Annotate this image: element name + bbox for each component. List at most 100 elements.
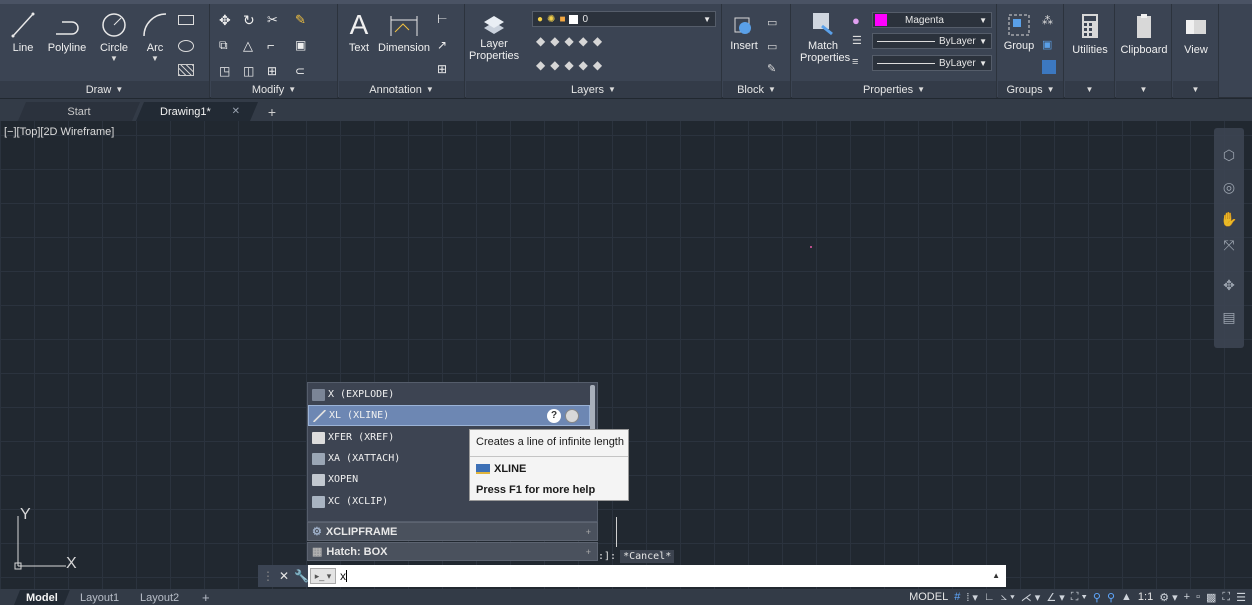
arc-tool[interactable]: Arc ▼ xyxy=(138,10,172,63)
utilities-tool[interactable]: Utilities xyxy=(1068,12,1112,56)
ortho-icon[interactable]: ∟ xyxy=(984,591,995,603)
recent-commands-icon[interactable]: ▸_ ▾ xyxy=(310,568,336,584)
isolate-objects-icon[interactable]: ▫ xyxy=(1196,591,1200,603)
search-help-icon[interactable] xyxy=(565,409,579,423)
rotate-icon[interactable]: ↻ xyxy=(243,12,259,28)
linear-dim-icon[interactable]: ⊢ xyxy=(437,12,453,28)
circle-tool[interactable]: Circle ▼ xyxy=(94,10,134,63)
tab-start[interactable]: Start xyxy=(18,102,140,121)
pan-icon[interactable]: ✋ xyxy=(1220,210,1238,228)
ellipse-icon[interactable] xyxy=(178,40,194,52)
view-tool[interactable]: View xyxy=(1176,12,1216,56)
help-icon[interactable]: ? xyxy=(547,409,561,423)
edit-attributes-icon[interactable]: ✎ xyxy=(767,62,783,78)
layer-tools-row1[interactable]: ◆◆◆◆◆ xyxy=(536,34,607,48)
viewcube-icon[interactable]: ⬡ xyxy=(1220,146,1238,164)
trim-icon[interactable]: ✂ xyxy=(267,12,283,28)
offset-icon[interactable]: ⊂ xyxy=(295,64,311,80)
autocomplete-hatch-pattern[interactable]: ▦ Hatch: BOX + xyxy=(307,542,598,561)
array-icon[interactable]: ⊞ xyxy=(267,64,283,80)
grid-icon[interactable]: # xyxy=(954,591,960,603)
annotation-panel-footer[interactable]: Annotation ▼ xyxy=(339,81,464,98)
match-properties-tool[interactable]: Match Properties xyxy=(800,10,850,64)
expand-icon[interactable]: + xyxy=(586,527,591,537)
autocomplete-item-selected[interactable]: XL (XLINE) ? xyxy=(308,405,590,426)
chevron-down-icon[interactable]: ▼ xyxy=(110,54,118,63)
view-panel-footer[interactable]: ▼ xyxy=(1173,81,1218,98)
tab-drawing1[interactable]: Drawing1* ✕ xyxy=(136,102,258,121)
tab-layout1[interactable]: Layout1 xyxy=(68,590,131,605)
layer-tools-row2[interactable]: ◆◆◆◆◆ xyxy=(536,58,607,72)
close-icon[interactable]: ✕ xyxy=(232,106,240,117)
copy-icon[interactable]: ⧉ xyxy=(219,38,235,54)
ungroup-icon[interactable]: ⁂ xyxy=(1042,14,1058,30)
autocomplete-scrollbar[interactable] xyxy=(590,385,595,431)
group-edit-icon[interactable]: ▣ xyxy=(1042,38,1058,54)
draw-panel-footer[interactable]: Draw ▼ xyxy=(0,81,209,98)
drawing-canvas[interactable]: [−][Top][2D Wireframe] ⬡ ◎ ✋ ⤧ ✥ ▤ Y X xyxy=(0,121,1252,589)
groups-panel-footer[interactable]: Groups ▼ xyxy=(998,81,1063,98)
gear-icon[interactable]: ⚙ ▾ xyxy=(1159,591,1177,604)
hatch-icon[interactable] xyxy=(178,64,194,76)
clean-screen-icon[interactable]: ⛶ xyxy=(1222,591,1230,604)
annotation-scale-value[interactable]: 1:1 xyxy=(1138,591,1153,603)
properties-panel-footer[interactable]: Properties ▼ xyxy=(792,81,996,98)
line-tool[interactable]: Line xyxy=(6,10,40,54)
annotation-scale-icon[interactable]: ▲ xyxy=(1121,591,1132,603)
modify-panel-footer[interactable]: Modify ▼ xyxy=(211,81,337,98)
auto-scale-icon[interactable]: ⚲ xyxy=(1107,591,1115,604)
steering-wheel-icon[interactable]: ◎ xyxy=(1220,178,1238,196)
command-input[interactable]: ▸_ ▾ x ▲ xyxy=(308,565,1006,587)
erase-icon[interactable]: ✎ xyxy=(295,12,311,28)
autocomplete-system-variable[interactable]: ⚙ XCLIPFRAME + xyxy=(307,522,598,541)
autocomplete-item[interactable]: X (EXPLODE) xyxy=(308,384,590,405)
scale-icon[interactable]: ◫ xyxy=(243,64,259,80)
move-icon[interactable]: ✥ xyxy=(219,12,235,28)
lineweight-dropdown[interactable]: ByLayer ▼ xyxy=(872,33,992,49)
layer-dropdown[interactable]: ● ✺ ■ 0 ▼ xyxy=(532,11,716,27)
create-block-icon[interactable]: ▭ xyxy=(767,16,783,32)
grip-icon[interactable]: ⋮ xyxy=(262,569,274,583)
utilities-panel-footer[interactable]: ▼ xyxy=(1065,81,1114,98)
explode-icon[interactable]: ▣ xyxy=(295,38,311,54)
clipboard-panel-footer[interactable]: ▼ xyxy=(1116,81,1171,98)
polar-icon[interactable]: ⦣ ▾ xyxy=(1001,591,1015,604)
snap-icon[interactable]: ⁞ ▾ xyxy=(966,591,978,604)
tab-model[interactable]: Model xyxy=(14,590,70,605)
tab-layout2[interactable]: Layout2 xyxy=(128,590,191,605)
table-icon[interactable]: ⊞ xyxy=(437,62,453,78)
block-panel-footer[interactable]: Block ▼ xyxy=(723,81,790,98)
polyline-tool[interactable]: Polyline xyxy=(42,10,92,54)
close-icon[interactable]: ✕ xyxy=(279,569,289,583)
viewport-controls[interactable]: [−][Top][2D Wireframe] xyxy=(4,126,114,138)
object-snap-tracking-icon[interactable]: ∠ ▾ xyxy=(1046,591,1064,604)
fillet-icon[interactable]: ⌐ xyxy=(267,38,283,54)
stretch-icon[interactable]: ◳ xyxy=(219,64,235,80)
new-layout-button[interactable]: + xyxy=(190,590,222,605)
rectangle-icon[interactable] xyxy=(178,15,194,25)
customization-menu-icon[interactable]: ☰ xyxy=(1236,591,1246,604)
zoom-icon[interactable]: ⤧ xyxy=(1220,236,1238,254)
hardware-acceleration-icon[interactable]: ▩ xyxy=(1206,591,1216,604)
group-select-icon[interactable] xyxy=(1042,60,1056,74)
layer-properties-tool[interactable]: Layer Properties xyxy=(469,10,519,62)
object-snap-icon[interactable]: ⛶ ▾ xyxy=(1071,591,1087,604)
edit-block-icon[interactable]: ▭ xyxy=(767,40,783,56)
dimension-tool[interactable]: Dimension xyxy=(375,10,433,54)
model-space-toggle[interactable]: MODEL xyxy=(909,591,948,603)
leader-icon[interactable]: ↗ xyxy=(437,38,453,54)
group-tool[interactable]: Group xyxy=(1000,12,1038,52)
chevron-up-icon[interactable]: ▲ xyxy=(992,571,1000,580)
mirror-icon[interactable]: △ xyxy=(243,38,259,54)
chevron-down-icon[interactable]: ▼ xyxy=(151,54,159,63)
linetype-dropdown[interactable]: ByLayer ▼ xyxy=(872,55,992,71)
clipboard-tool[interactable]: Clipboard xyxy=(1119,12,1169,56)
insert-tool[interactable]: Insert xyxy=(727,14,761,52)
layers-panel-footer[interactable]: Layers ▼ xyxy=(466,81,721,98)
color-dropdown[interactable]: Magenta ▼ xyxy=(872,12,992,28)
showmotion-icon[interactable]: ▤ xyxy=(1220,308,1238,326)
text-tool[interactable]: A Text xyxy=(343,10,375,55)
orbit-icon[interactable]: ✥ xyxy=(1220,276,1238,294)
new-tab-button[interactable]: + xyxy=(258,102,286,121)
annotation-visibility-icon[interactable]: ⚲ xyxy=(1093,591,1101,604)
